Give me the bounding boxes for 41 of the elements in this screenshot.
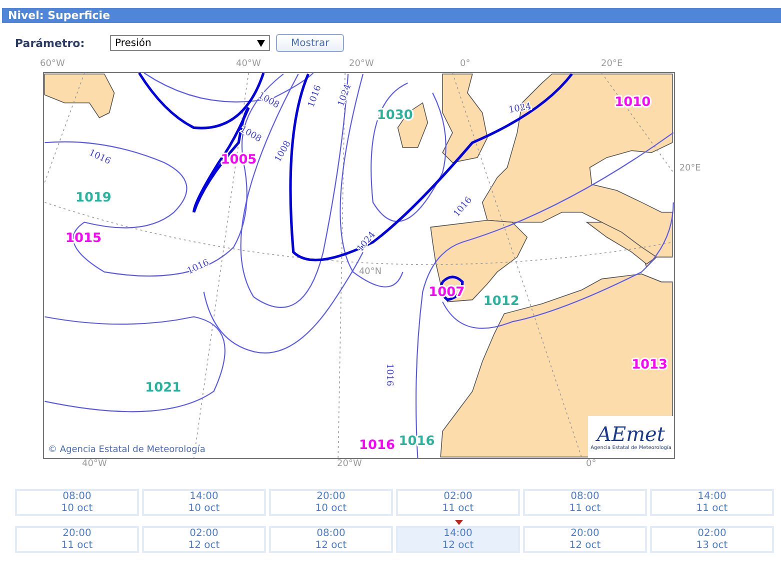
pressure-value: 1016: [359, 438, 395, 454]
longitude-label: 60°W: [40, 59, 65, 69]
isobar-label: 1016: [87, 148, 112, 167]
pressure-value: 1012: [483, 294, 520, 309]
pressure-value: 1013: [632, 357, 668, 372]
pressure-value: 1010: [614, 94, 651, 110]
longitude-label: 0°: [586, 459, 596, 469]
isobar-label: 1008: [256, 90, 281, 111]
longitude-label: 40°W: [82, 459, 107, 469]
triangle-marker-icon: [455, 520, 463, 525]
time-slot[interactable]: 02:00 11 oct: [396, 489, 520, 516]
section-title: Nivel: Superficie: [8, 9, 110, 22]
time-slot[interactable]: 02:00 13 oct: [650, 526, 774, 553]
isobar-label: 1016: [186, 258, 211, 277]
time-slot[interactable]: 20:00 11 oct: [15, 526, 139, 553]
time-slot[interactable]: 02:00 12 oct: [142, 526, 266, 553]
coordinate-label: 20°E: [679, 164, 701, 174]
time-slot[interactable]: 20:00 12 oct: [523, 526, 647, 553]
time-slot[interactable]: 08:00 12 oct: [269, 526, 393, 553]
longitude-label: 20°W: [337, 459, 362, 469]
pressure-value: 1019: [75, 190, 112, 206]
time-slot[interactable]: 14:00 11 oct: [650, 489, 774, 516]
isobar-label: 1016: [384, 364, 394, 386]
longitude-label: 0°: [460, 59, 470, 69]
time-slot[interactable]: 14:00 10 oct: [142, 489, 266, 516]
parameter-label: Parámetro:: [15, 36, 86, 50]
copyright-text: © Agencia Estatal de Meteorología: [46, 444, 208, 456]
time-slot[interactable]: 20:00 10 oct: [269, 489, 393, 516]
isobar-label: 1024: [336, 83, 354, 108]
caret-icon: [257, 40, 265, 46]
longitude-label: 20°E: [601, 59, 623, 69]
coordinate-label: 40°N: [359, 266, 382, 277]
time-slot[interactable]: 08:00 11 oct: [523, 489, 647, 516]
time-slot[interactable]: 08:00 10 oct: [15, 489, 139, 516]
parameter-dropdown[interactable]: Presión: [110, 35, 270, 51]
show-button[interactable]: Mostrar: [276, 34, 344, 52]
isobar-label: 1016: [306, 84, 324, 109]
pressure-value: 1021: [145, 380, 182, 396]
longitude-label: 40°W: [236, 59, 261, 69]
longitude-label: 20°W: [349, 59, 374, 69]
isobar-label: 1024: [508, 102, 532, 116]
